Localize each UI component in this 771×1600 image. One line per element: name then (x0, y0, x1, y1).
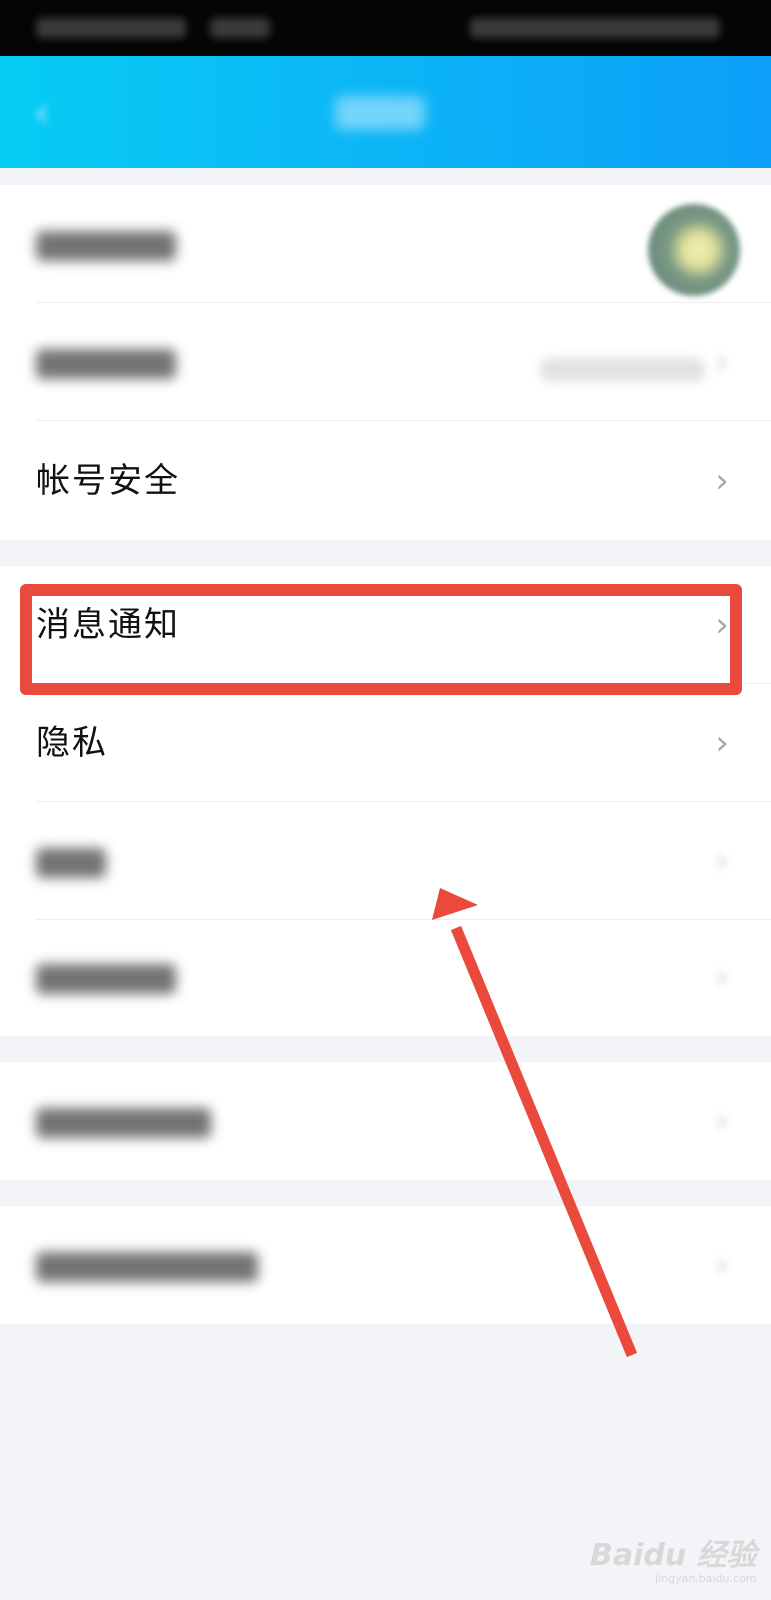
watermark-url: jingyan.baidu.com (655, 1572, 757, 1585)
watermark-brand: Baidu 经验 (590, 1538, 757, 1573)
annotation-arrow-icon (432, 888, 638, 1358)
